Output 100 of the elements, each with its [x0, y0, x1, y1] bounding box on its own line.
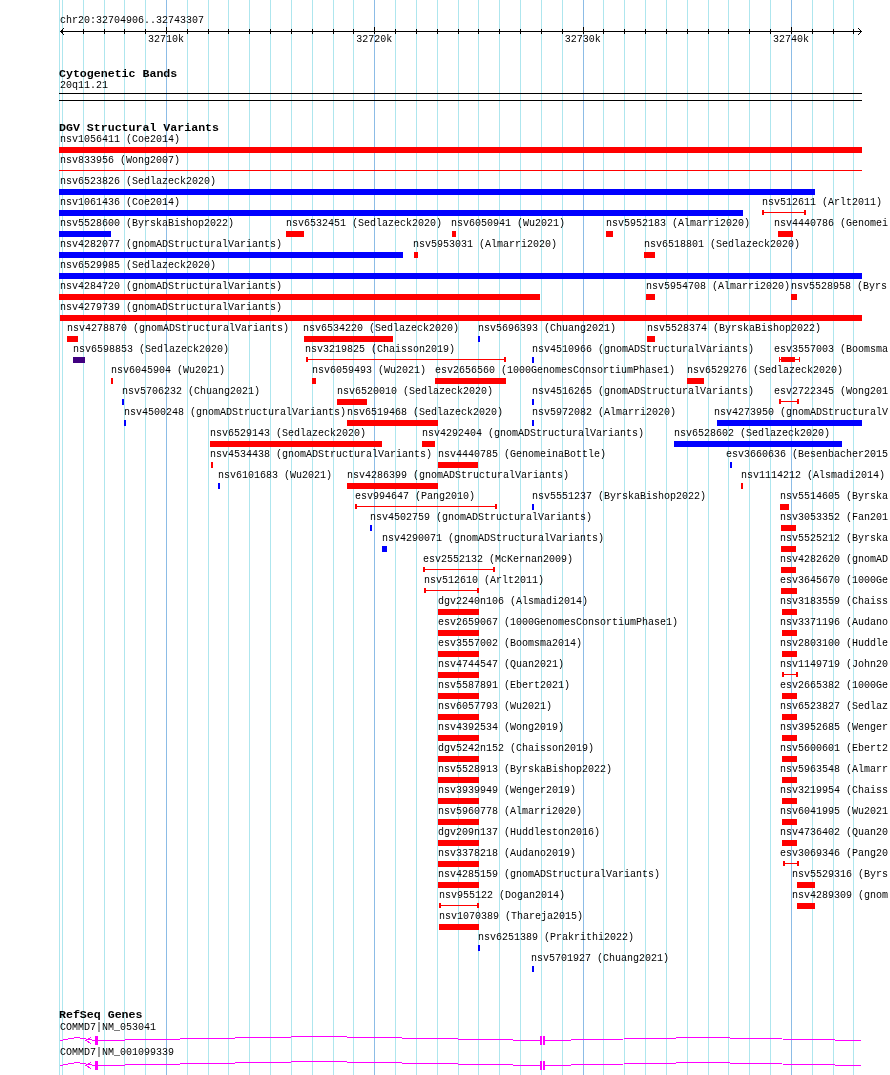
variant-label: nsv5701927 (Chuang2021) — [531, 953, 670, 965]
variant-label: nsv4273950 (gnomADStructuralV — [714, 407, 889, 419]
variant-label: nsv5706232 (Chuang2021) — [122, 386, 261, 398]
variant-label: nsv6101683 (Wu2021) — [218, 470, 333, 482]
variant-label: nsv4502759 (gnomADStructuralVariants) — [370, 512, 593, 524]
variant-label: nsv4534438 (gnomADStructuralVariants) — [210, 449, 433, 461]
variant-label: nsv5529316 (Byrs — [792, 869, 888, 881]
variant-label: nsv6598853 (Sedlazeck2020) — [73, 344, 230, 356]
band-label: 20q11.21 — [60, 80, 108, 92]
variant-label: esv2665382 (1000Ge — [780, 680, 889, 692]
variant-label: nsv5600601 (Ebert2 — [780, 743, 889, 755]
variant-label: nsv3939949 (Wenger2019) — [438, 785, 577, 797]
variant-label: nsv5954708 (Almarri2020) — [646, 281, 791, 293]
transcript-label: COMMD7|NM_053041 — [60, 1022, 156, 1034]
variant-label: nsv4285159 (gnomADStructuralVariants) — [438, 869, 661, 881]
variant-label: nsv5952183 (Almarri2020) — [606, 218, 751, 230]
variant-label: nsv512610 (Arlt2011) — [424, 575, 545, 587]
variant-label: nsv4736402 (Quan20 — [780, 827, 889, 839]
variant-label: nsv4286399 (gnomADStructuralVariants) — [347, 470, 570, 482]
variant-label: nsv4292404 (gnomADStructuralVariants) — [422, 428, 645, 440]
variant-label: esv3557002 (Boomsma2014) — [438, 638, 583, 650]
variant-label: nsv6529985 (Sedlazeck2020) — [60, 260, 217, 272]
variant-label: nsv4440785 (GenomeinaBottle) — [438, 449, 607, 461]
variant-label: esv994647 (Pang2010) — [355, 491, 476, 503]
variant-label: esv3557003 (Boomsma — [774, 344, 889, 356]
variant-label: nsv1070389 (Thareja2015) — [439, 911, 584, 923]
variant-label: nsv6059493 (Wu2021) — [312, 365, 427, 377]
variant-label: nsv3183559 (Chaiss — [780, 596, 889, 608]
variant-label: nsv3219954 (Chaiss — [780, 785, 889, 797]
variant-label: nsv6050941 (Wu2021) — [451, 218, 566, 230]
variant-label: nsv5528958 (Byrs — [791, 281, 887, 293]
variant-label: nsv4516265 (gnomADStructuralVariants) — [532, 386, 755, 398]
variant-label: nsv4284720 (gnomADStructuralVariants) — [60, 281, 283, 293]
variant-label: nsv5525212 (Byrska — [780, 533, 889, 545]
variant-label: nsv1114212 (Alsmadi2014) — [741, 470, 886, 482]
variant-label: nsv1149719 (John20 — [780, 659, 889, 671]
variant-label: esv2659067 (1000GenomesConsortiumPhase1) — [438, 617, 679, 629]
variant-label: nsv6532451 (Sedlazeck2020) — [286, 218, 443, 230]
variant-label: nsv6529276 (Sedlazeck2020) — [687, 365, 844, 377]
variant-label: nsv4289309 (gnom — [792, 890, 888, 902]
variant-label: nsv4282620 (gnomAD — [780, 554, 889, 566]
variant-label: nsv5551237 (ByrskaBishop2022) — [532, 491, 707, 503]
variant-label: nsv5960778 (Almarri2020) — [438, 806, 583, 818]
variant-label: nsv4279739 (gnomADStructuralVariants) — [60, 302, 283, 314]
variant-label: nsv1056411 (Coe2014) — [60, 134, 181, 146]
tick-label: 32730k — [564, 34, 601, 46]
variant-label: nsv5953031 (Almarri2020) — [413, 239, 558, 251]
variant-label: nsv6519468 (Sedlazeck2020) — [347, 407, 504, 419]
variant-label: nsv4440786 (Genomei — [774, 218, 889, 230]
variant-label: nsv4278870 (gnomADStructuralVariants) — [67, 323, 290, 335]
variant-label: nsv6518801 (Sedlazeck2020) — [644, 239, 801, 251]
track-title: Cytogenetic Bands — [59, 67, 178, 80]
variant-label: dgv2240n106 (Alsmadi2014) — [438, 596, 589, 608]
variant-label: nsv2803100 (Huddle — [780, 638, 889, 650]
variant-label: nsv5528374 (ByrskaBishop2022) — [647, 323, 822, 335]
variant-label: nsv6045904 (Wu2021) — [111, 365, 226, 377]
variant-label: esv3069346 (Pang20 — [780, 848, 889, 860]
variant-label: nsv6523826 (Sedlazeck2020) — [60, 176, 217, 188]
variant-label: nsv4290071 (gnomADStructuralVariants) — [382, 533, 605, 545]
variant-label: nsv3378218 (Audano2019) — [438, 848, 577, 860]
variant-label: nsv5528600 (ByrskaBishop2022) — [60, 218, 235, 230]
variant-label: nsv1061436 (Coe2014) — [60, 197, 181, 209]
position-label: chr20:32704906..32743307 — [60, 15, 205, 27]
variant-label: nsv3952685 (Wenger — [780, 722, 889, 734]
variant-label: esv3660636 (Besenbacher2015 — [726, 449, 889, 461]
track-title: RefSeq Genes — [59, 1008, 143, 1021]
variant-label: nsv5514605 (Byrska — [780, 491, 889, 503]
variant-label: nsv955122 (Dogan2014) — [439, 890, 566, 902]
variant-label: nsv4282077 (gnomADStructuralVariants) — [60, 239, 283, 251]
variant-label: nsv3371196 (Audano — [780, 617, 889, 629]
variant-label: nsv3219825 (Chaisson2019) — [305, 344, 456, 356]
variant-label: nsv5972082 (Almarri2020) — [532, 407, 677, 419]
variant-label: esv3645670 (1000Ge — [780, 575, 889, 587]
variant-label: nsv5528913 (ByrskaBishop2022) — [438, 764, 613, 776]
variant-label: nsv5696393 (Chuang2021) — [478, 323, 617, 335]
variant-label: nsv512611 (Arlt2011) — [762, 197, 883, 209]
variant-label: nsv6534220 (Sedlazeck2020) — [303, 323, 460, 335]
variant-label: nsv4500248 (gnomADStructuralVariants) — [124, 407, 347, 419]
transcript-label: COMMD7|NM_001099339 — [60, 1047, 175, 1059]
tick-label: 32720k — [356, 34, 393, 46]
variant-label: nsv5587891 (Ebert2021) — [438, 680, 571, 692]
variant-label: nsv4510966 (gnomADStructuralVariants) — [532, 344, 755, 356]
variant-label: esv2552132 (McKernan2009) — [423, 554, 574, 566]
variant-label: nsv6528602 (Sedlazeck2020) — [674, 428, 831, 440]
variant-label: nsv6523827 (Sedlaz — [780, 701, 889, 713]
variant-label: dgv209n137 (Huddleston2016) — [438, 827, 601, 839]
track-title: DGV Structural Variants — [59, 121, 220, 134]
tick-label: 32710k — [148, 34, 184, 46]
variant-label: nsv4744547 (Quan2021) — [438, 659, 565, 671]
variant-label: nsv6251389 (Prakrithi2022) — [478, 932, 635, 944]
variant-label: nsv4392534 (Wong2019) — [438, 722, 565, 734]
variant-label: nsv833956 (Wong2007) — [60, 155, 181, 167]
variant-label: nsv6520010 (Sedlazeck2020) — [337, 386, 494, 398]
variant-label: nsv3053352 (Fan201 — [780, 512, 889, 524]
variant-label: esv2656560 (1000GenomesConsortiumPhase1) — [435, 365, 676, 377]
variant-label: nsv6057793 (Wu2021) — [438, 701, 553, 713]
variant-label: dgv5242n152 (Chaisson2019) — [438, 743, 595, 755]
variant-label: nsv5963548 (Almarr — [780, 764, 889, 776]
variant-label: nsv6041995 (Wu2021 — [780, 806, 889, 818]
tick-label: 32740k — [773, 34, 809, 46]
